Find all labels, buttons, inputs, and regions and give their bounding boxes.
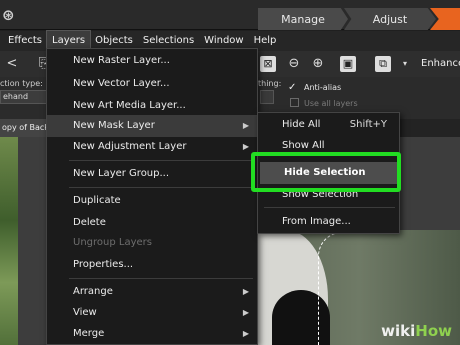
use-all-layers-label: Use all layers	[304, 99, 358, 108]
menu-separator	[69, 278, 253, 279]
submenu-item-hide-all[interactable]: Hide All Shift+Y	[258, 114, 399, 136]
smoothing-stepper[interactable]	[260, 90, 274, 104]
wikihow-watermark: wikiHow	[381, 322, 452, 340]
menu-item-delete[interactable]: Delete	[47, 212, 257, 234]
menu-item-properties[interactable]: Properties...	[47, 254, 257, 276]
photo-image	[0, 137, 18, 345]
menu-item-new-raster-layer[interactable]: New Raster Layer...	[47, 50, 257, 72]
share-icon[interactable]: <	[4, 56, 20, 72]
anti-alias-checkbox[interactable]: ✓	[288, 82, 296, 93]
menu-item-new-mask-layer[interactable]: New Mask Layer ▶	[47, 115, 257, 137]
use-all-layers-checkbox[interactable]	[290, 98, 299, 107]
submenu-arrow-icon: ▶	[242, 329, 249, 338]
submenu-arrow-icon: ▶	[242, 121, 249, 130]
tab-adjust[interactable]: Adjust	[344, 8, 436, 30]
selection-type-label: ction type:	[0, 79, 43, 88]
zoom-out-icon[interactable]: ⊖	[286, 56, 302, 72]
shortcut-label: Shift+Y	[349, 119, 387, 130]
menu-separator	[69, 160, 253, 161]
zoom-fit-icon[interactable]: ⊠	[260, 56, 276, 72]
dropdown-arrow-icon[interactable]: ▾	[397, 56, 413, 72]
menu-item-merge[interactable]: Merge ▶	[47, 323, 257, 345]
enhance-button[interactable]: Enhance	[421, 58, 460, 69]
menu-separator	[264, 207, 395, 208]
menu-separator	[69, 187, 253, 188]
workspace-bar: ⊛ Manage Adjust	[0, 0, 460, 30]
menu-item-arrange[interactable]: Arrange ▶	[47, 281, 257, 303]
submenu-arrow-icon: ▶	[242, 142, 249, 151]
paste-icon[interactable]: ⧉	[375, 56, 391, 72]
submenu-arrow-icon: ▶	[242, 287, 249, 296]
menu-item-view[interactable]: View ▶	[47, 302, 257, 324]
anti-alias-label: Anti-alias	[304, 83, 342, 92]
tab-manage[interactable]: Manage	[258, 8, 348, 30]
menu-item-new-layer-group[interactable]: New Layer Group...	[47, 163, 257, 185]
actual-size-icon[interactable]: ▣	[340, 56, 356, 72]
document-tab[interactable]: opy of Backg	[0, 119, 48, 137]
menu-item-new-adjustment-layer[interactable]: New Adjustment Layer ▶	[47, 136, 257, 158]
menu-effects[interactable]: Effects	[0, 31, 47, 51]
menu-item-new-art-media-layer[interactable]: New Art Media Layer...	[47, 95, 257, 117]
menu-item-new-vector-layer[interactable]: New Vector Layer...	[47, 73, 257, 95]
menu-item-ungroup-layers: Ungroup Layers	[73, 237, 152, 248]
zoom-in-icon[interactable]: ⊕	[310, 56, 326, 72]
submenu-arrow-icon: ▶	[242, 308, 249, 317]
smoothing-label: thing:	[258, 79, 282, 88]
submenu-item-from-image[interactable]: From Image...	[258, 211, 399, 233]
layers-menu: New Raster Layer... New Vector Layer... …	[46, 48, 258, 345]
selection-type-select[interactable]: ehand	[0, 90, 48, 104]
app-logo-icon: ⊛	[2, 6, 15, 24]
selection-marquee	[318, 232, 344, 345]
instruction-highlight-box	[251, 152, 401, 192]
menu-item-duplicate[interactable]: Duplicate	[47, 190, 257, 212]
